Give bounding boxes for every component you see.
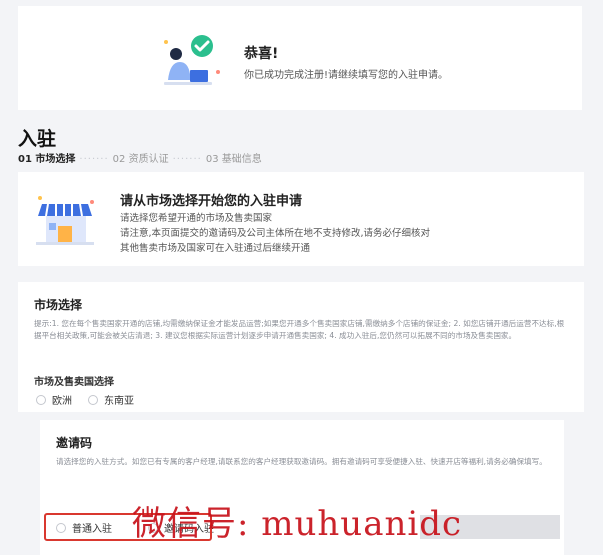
radio-southeast-asia[interactable]: 东南亚: [88, 392, 134, 407]
intro-line: 其他售卖市场及国家可在入驻通过后继续开通: [120, 243, 311, 254]
radio-circle[interactable]: [88, 394, 98, 405]
step-indicator: 01 市场选择 ······· 02 资质认证 ······· 03 基础信息: [18, 154, 262, 165]
radio-europe[interactable]: 欧洲: [36, 392, 72, 407]
invite-code-desc: 请选择您的入驻方式。如您已有专属的客户经理,请联系您的客户经理获取邀请码。拥有邀…: [56, 457, 547, 466]
region-label: 市场及售卖国选择: [34, 377, 114, 388]
intro-line: 请选择您希望开通的市场及售卖国家: [120, 213, 273, 224]
store-icon: [36, 196, 94, 245]
step-qualification[interactable]: 02 资质认证: [113, 154, 169, 165]
intro-title: 请从市场选择开始您的入驻申请: [120, 194, 303, 209]
congrats-subtitle: 你已成功完成注册!请继续填写您的入驻申请。: [244, 70, 449, 81]
market-tip-text: 提示:1. 您在每个售卖国家开通的店铺,均需缴纳保证金才能发品运营;如果您开通多…: [34, 319, 565, 340]
market-selection-title: 市场选择: [34, 298, 83, 312]
intro-line: 请注意,本页面提交的邀请码及公司主体所在地不支持修改,请务必仔细核对: [120, 228, 431, 239]
invite-code-title: 邀请码: [56, 436, 93, 450]
radio-label: 东南亚: [104, 396, 134, 407]
success-banner: [18, 6, 582, 110]
success-illustration: [164, 35, 220, 85]
watermark-text: 微信号: muhuanidc: [132, 504, 463, 544]
radio-label: 欧洲: [52, 396, 72, 407]
page-title: 入驻: [18, 128, 57, 150]
step-market-selection[interactable]: 01 市场选择: [18, 154, 75, 165]
radio-circle[interactable]: [36, 394, 46, 405]
congrats-title: 恭喜!: [244, 46, 279, 62]
step-basic-info[interactable]: 03 基础信息: [206, 154, 262, 165]
